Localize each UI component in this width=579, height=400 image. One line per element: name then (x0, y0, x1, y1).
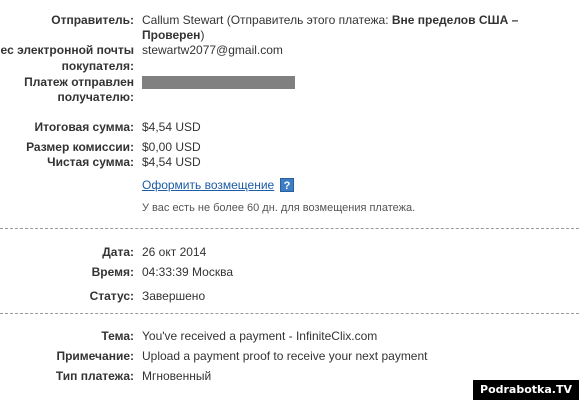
date-label: Дата: (102, 245, 134, 259)
refund-note: У вас есть не более 60 дн. для возмещени… (142, 202, 416, 214)
email-label-line1: рес электронной почты (0, 43, 134, 57)
note-value: Upload a payment proof to receive your n… (142, 349, 428, 363)
net-label: Чистая сумма: (47, 155, 134, 169)
fee-value: $0,00 USD (142, 140, 201, 154)
sender-verified-bold: Проверен (142, 28, 201, 42)
total-row: Итоговая сумма: $4,54 USD (0, 119, 579, 135)
date-row: Дата: 26 окт 2014 (0, 244, 579, 260)
status-label: Статус: (89, 289, 134, 303)
divider-2 (0, 313, 579, 314)
email-label-line2: покупателя: (61, 59, 134, 73)
refund-link[interactable]: Оформить возмещение (142, 177, 274, 193)
fee-row: Размер комиссии: $0,00 USD (0, 139, 579, 155)
sender-value-line1: Callum Stewart (Отправитель этого платеж… (142, 12, 518, 28)
recipient-label-line1: Платеж отправлен (24, 75, 134, 89)
status-value: Завершено (142, 289, 206, 303)
note-row: Примечание: Upload a payment proof to re… (0, 348, 579, 364)
divider-1 (0, 228, 579, 229)
net-value: $4,54 USD (142, 155, 201, 169)
recipient-redacted-bar (142, 76, 295, 89)
subject-row: Тема: You've received a payment - Infini… (0, 328, 579, 344)
sender-value-line2: Проверен) (142, 27, 204, 43)
subject-label: Тема: (101, 329, 134, 343)
date-value: 26 окт 2014 (142, 245, 207, 259)
recipient-label-line2: получателю: (57, 90, 134, 104)
time-value: 04:33:39 Москва (142, 265, 234, 279)
recipient-row-cont: получателю: (0, 89, 579, 105)
sender-close-paren: ) (200, 28, 205, 42)
sender-row: Отправитель: Callum Stewart (Отправитель… (0, 12, 579, 28)
note-label: Примечание: (56, 349, 134, 363)
net-row: Чистая сумма: $4,54 USD (0, 154, 579, 170)
sender-label: Отправитель: (51, 13, 134, 27)
total-value: $4,54 USD (142, 120, 201, 134)
sender-status-bold: Вне пределов США – (391, 13, 519, 27)
status-row: Статус: Завершено (0, 288, 579, 304)
email-row-cont: покупателя: (0, 58, 579, 74)
email-row: рес электронной почты stewartw2077@gmail… (0, 42, 579, 58)
help-icon[interactable]: ? (280, 178, 294, 192)
type-label: Тип платежа: (55, 369, 134, 383)
sender-row-cont: Проверен) (0, 27, 579, 43)
time-label: Время: (91, 265, 134, 279)
time-row: Время: 04:33:39 Москва (0, 264, 579, 280)
type-value: Мгновенный (142, 369, 212, 383)
email-value: stewartw2077@gmail.com (142, 43, 283, 57)
subject-value: You've received a payment - InfiniteClix… (142, 329, 378, 343)
fee-label: Размер комиссии: (26, 140, 134, 154)
watermark-badge: Podrabotka.TV (473, 380, 579, 400)
sender-name: Callum Stewart (Отправитель этого платеж… (142, 13, 392, 27)
total-label: Итоговая сумма: (34, 120, 134, 134)
